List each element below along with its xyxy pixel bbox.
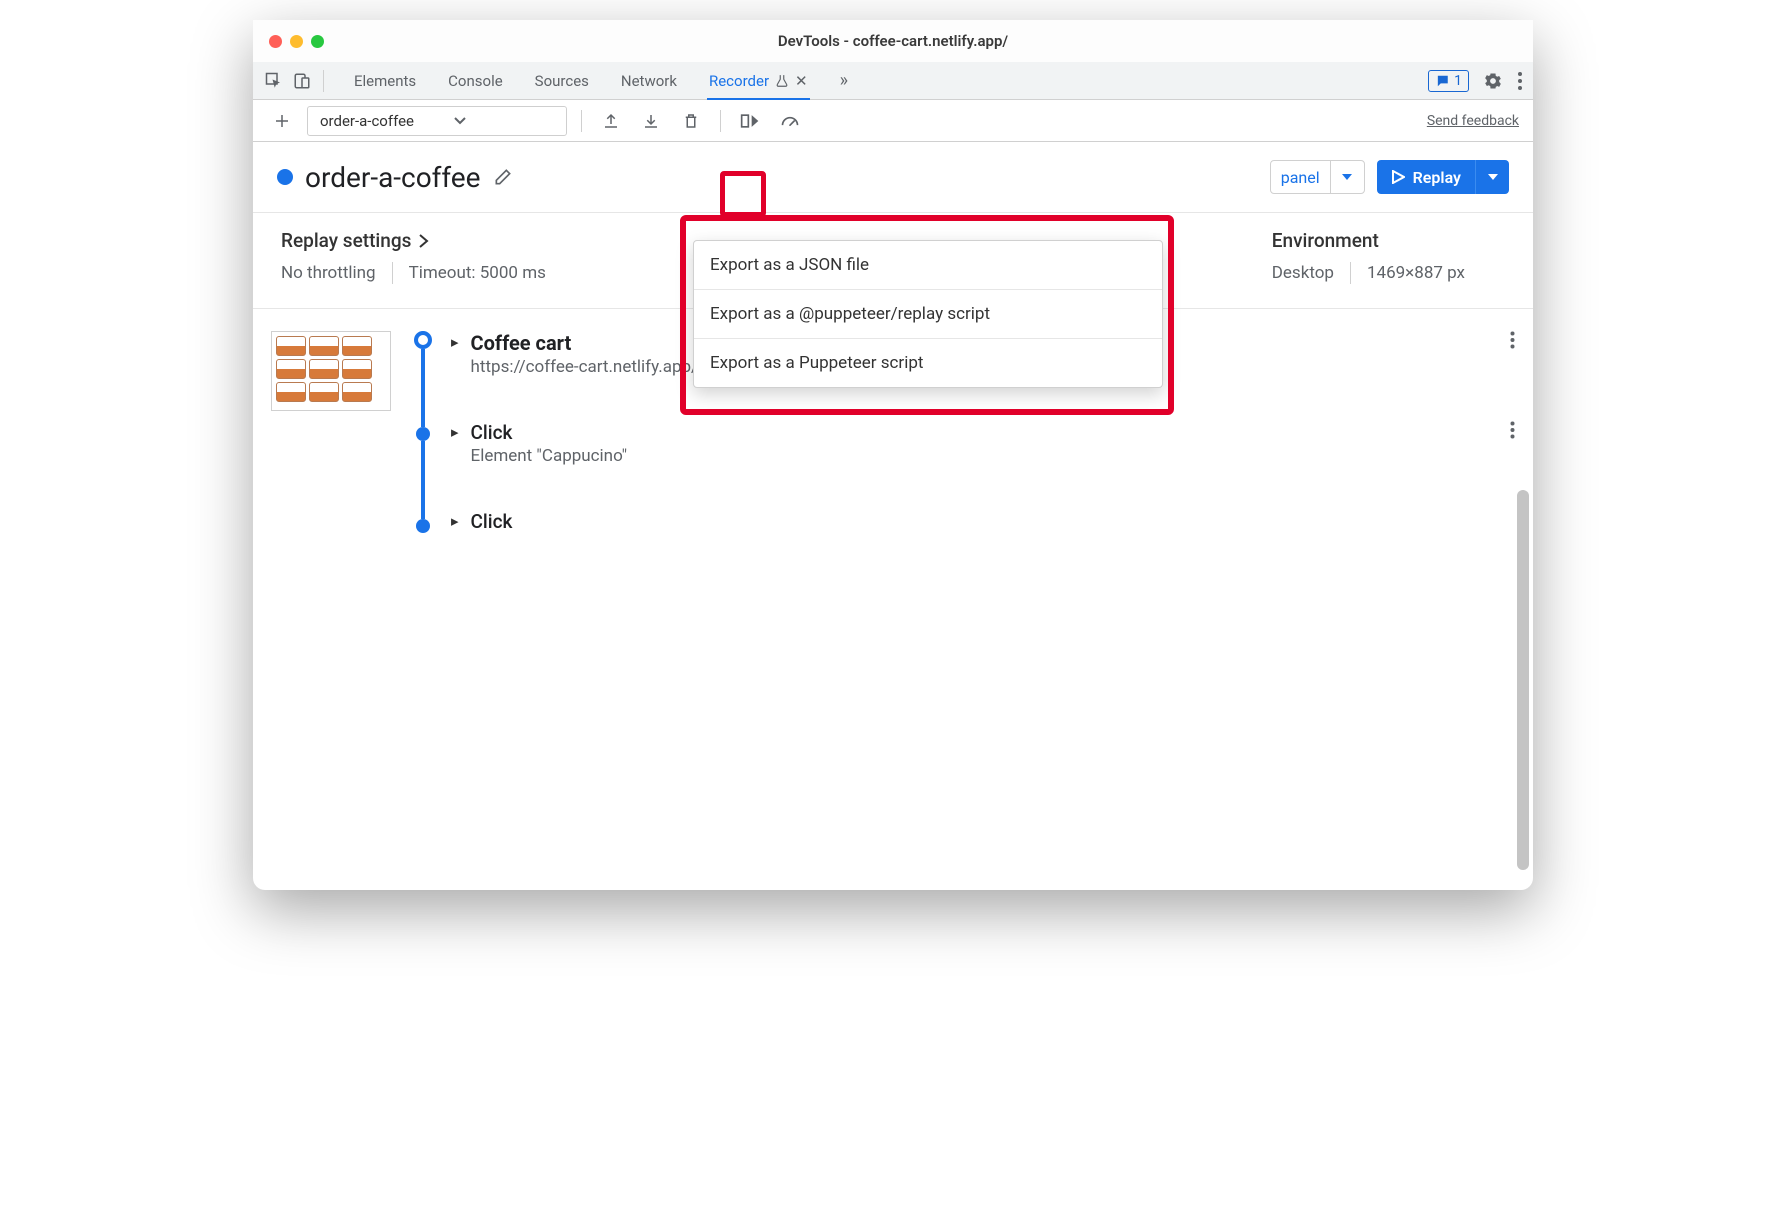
new-recording-button[interactable] [267,106,297,136]
menu-icon[interactable] [1517,71,1523,91]
step-button[interactable] [735,106,765,136]
tab-sources[interactable]: Sources [533,62,591,99]
separator [323,70,324,92]
scrollbar[interactable] [1517,490,1529,870]
import-button[interactable] [636,106,666,136]
titlebar: DevTools - coffee-cart.netlify.app/ [253,20,1533,62]
chevron-down-icon [454,117,466,125]
tab-network[interactable]: Network [619,62,679,99]
step-subtitle: Element "Cappucino" [471,446,628,466]
scrollbar-thumb[interactable] [1517,490,1529,870]
timeline [411,331,435,533]
device-toolbar-icon[interactable] [291,71,313,91]
replay-label: Replay [1413,168,1461,187]
panel-dropdown-icon[interactable] [1330,161,1364,193]
recording-title: order-a-coffee [305,161,481,194]
step-title: Click [471,421,628,444]
throttling-value: No throttling [281,263,376,283]
viewport-value: 1469×887 px [1367,263,1465,283]
delete-button[interactable] [676,106,706,136]
replay-settings-heading[interactable]: Replay settings [281,229,546,252]
edit-title-button[interactable] [493,167,513,187]
send-feedback-link[interactable]: Send feedback [1427,113,1519,129]
tab-elements[interactable]: Elements [352,62,418,99]
step-subtitle: https://coffee-cart.netlify.app/ [471,357,699,377]
separator [581,110,582,132]
close-tab-icon[interactable]: ✕ [795,72,808,90]
performance-panel-button[interactable]: panel [1270,160,1365,194]
inspect-icon[interactable] [263,71,285,91]
device-value: Desktop [1272,263,1334,283]
recording-status-dot [277,169,293,185]
highlight-import-button [720,171,766,217]
panel-label: panel [1271,161,1330,193]
replay-speed-button[interactable] [775,106,805,136]
window-title: DevTools - coffee-cart.netlify.app/ [253,32,1533,50]
messages-badge[interactable]: 1 [1428,70,1469,92]
separator [392,262,393,284]
step-menu-icon[interactable] [1510,421,1515,439]
play-icon [1391,170,1405,184]
chevron-right-icon: ▸ [451,333,459,351]
tab-recorder[interactable]: Recorder ✕ [707,62,810,99]
recording-header: order-a-coffee panel Replay [253,142,1533,213]
replay-button[interactable]: Replay [1377,160,1509,194]
recording-selector-value: order-a-coffee [320,112,414,130]
step-title: Coffee cart [471,331,699,355]
replay-settings-col: Replay settings No throttling Timeout: 5… [281,229,546,284]
recorder-toolbar: order-a-coffee Send feedback [253,100,1533,142]
screenshot-thumbnail[interactable] [271,331,391,411]
step-item[interactable]: ▸ Click [451,510,1515,533]
environment-col: Environment Desktop 1469×887 px [1272,229,1465,284]
step-menu-icon[interactable] [1510,331,1515,349]
chevron-right-icon: ▸ [451,512,459,530]
messages-count: 1 [1454,73,1462,89]
step-item[interactable]: ▸ Click Element "Cappucino" [451,421,1515,466]
tabs: Elements Console Sources Network Recorde… [352,62,850,99]
separator [1350,262,1351,284]
export-button[interactable] [596,106,626,136]
recording-selector[interactable]: order-a-coffee [307,106,567,136]
tabs-overflow-icon[interactable]: » [838,62,850,99]
timeline-node [416,427,430,441]
timeout-value: Timeout: 5000 ms [409,263,546,283]
tabstrip-right-tools: 1 [1428,70,1523,92]
tab-console[interactable]: Console [446,62,505,99]
separator [720,110,721,132]
step-title: Click [471,510,513,533]
devtools-tabstrip: Elements Console Sources Network Recorde… [253,62,1533,100]
replay-dropdown-icon[interactable] [1475,160,1509,194]
timeline-node [414,331,432,349]
timeline-node [416,519,430,533]
environment-heading: Environment [1272,229,1465,252]
flask-icon [775,74,789,88]
highlight-export-menu [680,215,1174,415]
chevron-right-icon: ▸ [451,423,459,441]
chevron-right-icon [419,234,429,248]
gear-icon[interactable] [1483,71,1503,91]
